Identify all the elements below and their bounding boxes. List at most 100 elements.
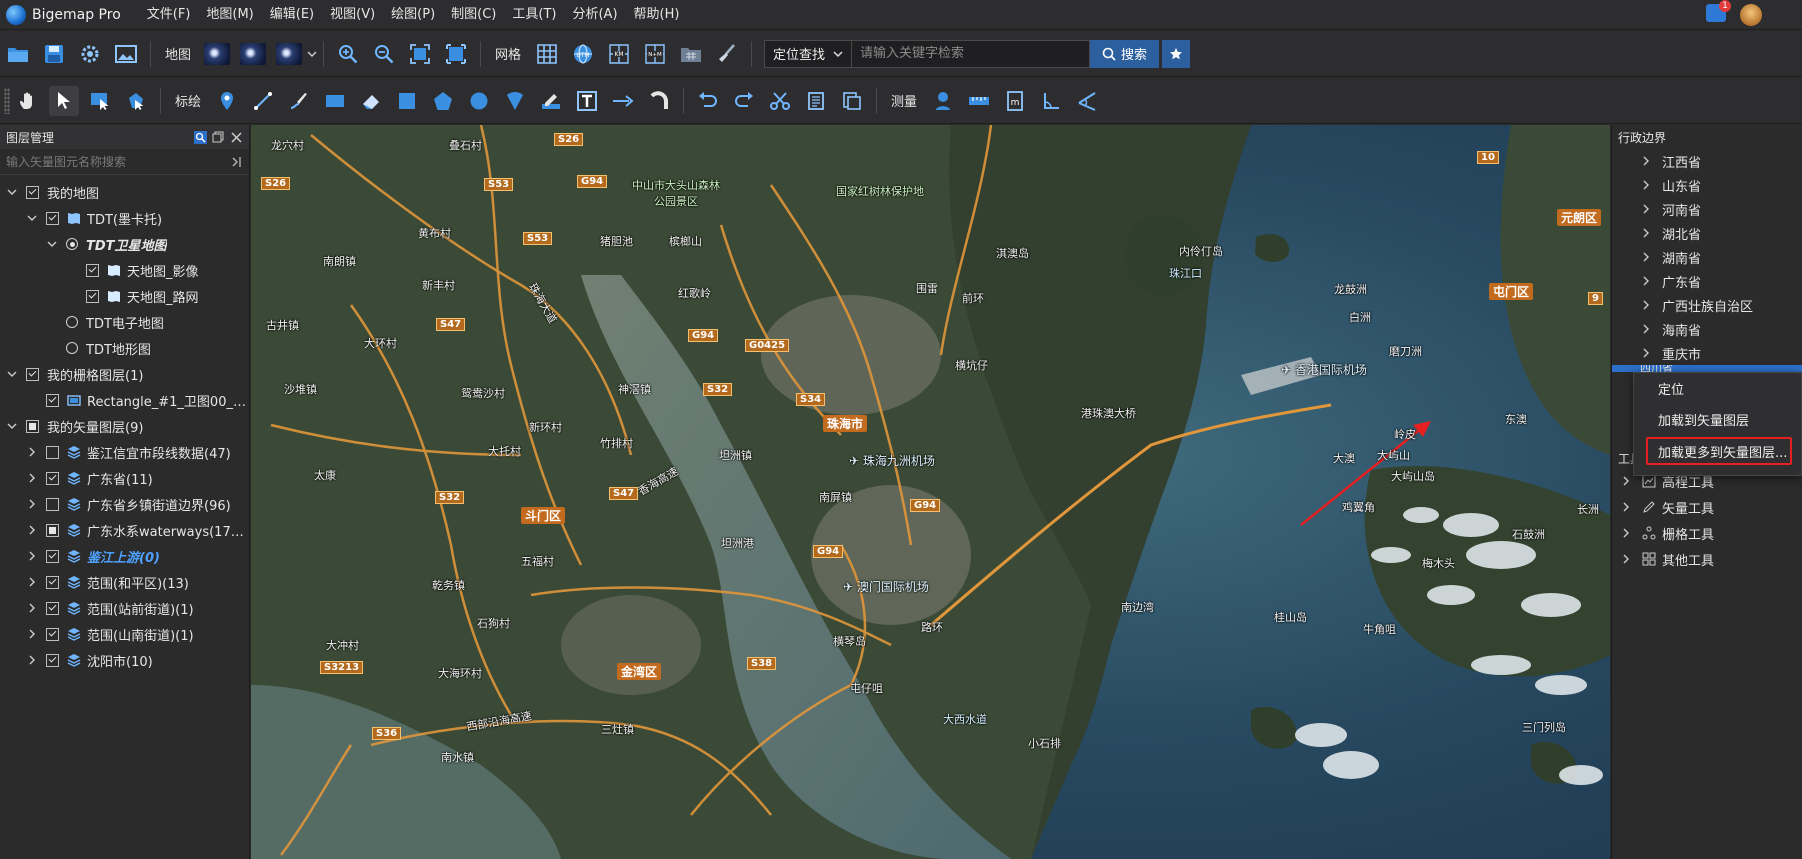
tool-item-other[interactable]: 其他工具 — [1612, 546, 1802, 572]
chevron-right-icon[interactable] — [1620, 475, 1632, 487]
map-canvas[interactable]: 叠石村 龙穴村 中山市大头山森林公园景区 国家红树林保护地 淇澳岛 内伶仃岛 珠… — [251, 125, 1610, 859]
tree-node-vector-layer[interactable]: 广东省(11) — [0, 465, 249, 491]
km-grid-button[interactable]: KM — [604, 39, 634, 69]
redo-button[interactable] — [729, 86, 759, 116]
search-input[interactable] — [852, 39, 1091, 68]
polygon-select-button[interactable] — [121, 86, 151, 116]
select-tool-button[interactable] — [49, 85, 79, 116]
label-tool-button[interactable] — [572, 86, 602, 116]
province-item[interactable]: 山东省 — [1612, 173, 1802, 197]
province-item[interactable]: 广东省 — [1612, 269, 1802, 293]
chevron-right-icon[interactable] — [1640, 155, 1652, 167]
panel-restore-button[interactable] — [211, 130, 225, 144]
satellite-map-button-2[interactable] — [238, 39, 268, 69]
tree-node-vector-layer[interactable]: 广东省乡镇街道边界(96) — [0, 491, 249, 517]
toolbar-grip[interactable] — [4, 87, 10, 114]
chevron-right-icon[interactable] — [1640, 299, 1652, 311]
open-folder-button[interactable] — [3, 39, 33, 69]
notification-icon[interactable]: 1 — [1706, 0, 1731, 22]
layer-checkbox[interactable] — [86, 263, 99, 277]
layer-checkbox[interactable] — [46, 627, 59, 641]
tree-node-vector-layer[interactable]: 鉴江信宜市段线数据(47) — [0, 439, 249, 465]
chevron-right-icon[interactable] — [26, 498, 38, 510]
tree-node-tdt-terrain[interactable]: TDT地形图 — [0, 335, 249, 361]
tree-node-vector-layer[interactable]: 范围(和平区)(13) — [0, 569, 249, 595]
pan-tool-button[interactable] — [13, 86, 43, 116]
province-item[interactable]: 湖北省 — [1612, 221, 1802, 245]
cut-button[interactable] — [765, 86, 795, 116]
chevron-right-icon[interactable] — [26, 628, 38, 640]
chevron-right-icon[interactable] — [1640, 203, 1652, 215]
search-button[interactable]: 搜索 — [1090, 39, 1160, 68]
full-extent-button[interactable] — [441, 39, 471, 69]
menu-analysis[interactable]: 分析(A) — [564, 0, 625, 30]
freehand-tool-button[interactable] — [284, 86, 314, 116]
tree-node-rectangle[interactable]: Rectangle_#1_卫图00_L... — [0, 387, 249, 413]
chevron-right-icon[interactable] — [1640, 227, 1652, 239]
layer-checkbox[interactable] — [86, 289, 99, 303]
context-menu-load-vector[interactable]: 加载到矢量图层 — [1634, 404, 1801, 435]
square-tool-button[interactable] — [392, 86, 422, 116]
province-item[interactable]: 海南省 — [1612, 317, 1802, 341]
favorite-button[interactable] — [1162, 39, 1191, 68]
chevron-right-icon[interactable] — [26, 524, 38, 536]
chevron-right-icon[interactable] — [1640, 323, 1652, 335]
chevron-down-icon[interactable] — [307, 50, 317, 58]
layer-checkbox[interactable] — [46, 497, 59, 511]
chevron-down-icon[interactable] — [26, 212, 38, 224]
province-item-selected[interactable]: 四川省 — [1612, 365, 1802, 372]
settings-button[interactable] — [75, 39, 105, 69]
chevron-down-icon[interactable] — [6, 368, 18, 380]
marker-tool-button[interactable] — [212, 86, 242, 116]
province-item[interactable]: 广西壮族自治区 — [1612, 293, 1802, 317]
layer-checkbox[interactable] — [26, 367, 39, 381]
layer-radio[interactable] — [66, 342, 78, 354]
arrow-tool-button[interactable] — [608, 86, 638, 116]
tree-node-vector-layer[interactable]: 范围(山南街道)(1) — [0, 621, 249, 647]
satellite-map-button-3[interactable] — [274, 39, 304, 69]
measure-area-button[interactable]: m — [1000, 86, 1030, 116]
context-menu-locate[interactable]: 定位 — [1634, 373, 1801, 404]
menu-draw[interactable]: 绘图(P) — [383, 0, 443, 30]
layer-checkbox[interactable] — [46, 471, 59, 485]
chevron-right-icon[interactable] — [1620, 501, 1632, 513]
layer-checkbox[interactable] — [46, 653, 59, 667]
grid-button[interactable] — [532, 39, 562, 69]
paste-button[interactable] — [837, 86, 867, 116]
tree-node-raster-layers[interactable]: 我的栅格图层(1) — [0, 361, 249, 387]
context-menu-load-more-vector[interactable]: 加载更多到矢量图层... — [1646, 437, 1792, 465]
tree-node-vector-layers[interactable]: 我的矢量图层(9) — [0, 413, 249, 439]
menu-tools[interactable]: 工具(T) — [504, 0, 564, 30]
rectangle-tool-button[interactable] — [320, 86, 350, 116]
zoom-in-button[interactable] — [333, 39, 363, 69]
panel-search-button[interactable] — [193, 130, 207, 144]
collapse-panel-icon[interactable] — [231, 156, 243, 168]
tree-node-my-map[interactable]: 我的地图 — [0, 179, 249, 205]
menu-view[interactable]: 视图(V) — [322, 0, 383, 30]
zoom-extent-button[interactable] — [405, 39, 435, 69]
zoom-out-button[interactable] — [369, 39, 399, 69]
tree-node-vector-layer[interactable]: 沈阳市(10) — [0, 647, 249, 673]
chevron-right-icon[interactable] — [1640, 179, 1652, 191]
menu-map[interactable]: 地图(M) — [198, 0, 261, 30]
chevron-right-icon[interactable] — [1640, 275, 1652, 287]
undo-button[interactable] — [693, 86, 723, 116]
chevron-right-icon[interactable] — [1620, 553, 1632, 565]
box-select-button[interactable] — [85, 86, 115, 116]
measure-point-button[interactable] — [928, 86, 958, 116]
tree-node-vector-layer[interactable]: 广东水系waterways(179... — [0, 517, 249, 543]
layer-checkbox[interactable] — [46, 211, 59, 225]
clear-button[interactable] — [712, 39, 742, 69]
layer-checkbox[interactable] — [26, 419, 39, 433]
province-item[interactable]: 重庆市 — [1612, 341, 1802, 365]
layer-radio[interactable] — [66, 316, 78, 328]
curve-arrow-tool-button[interactable] — [644, 86, 674, 116]
avatar[interactable] — [1740, 4, 1762, 26]
layer-checkbox[interactable] — [46, 393, 59, 407]
measure-distance-button[interactable] — [964, 86, 994, 116]
erase-tool-button[interactable] — [356, 86, 386, 116]
save-button[interactable] — [39, 39, 69, 69]
tree-node-vector-layer[interactable]: 鉴江上游(0) — [0, 543, 249, 569]
layer-checkbox[interactable] — [46, 549, 59, 563]
chevron-down-icon[interactable] — [46, 238, 58, 250]
